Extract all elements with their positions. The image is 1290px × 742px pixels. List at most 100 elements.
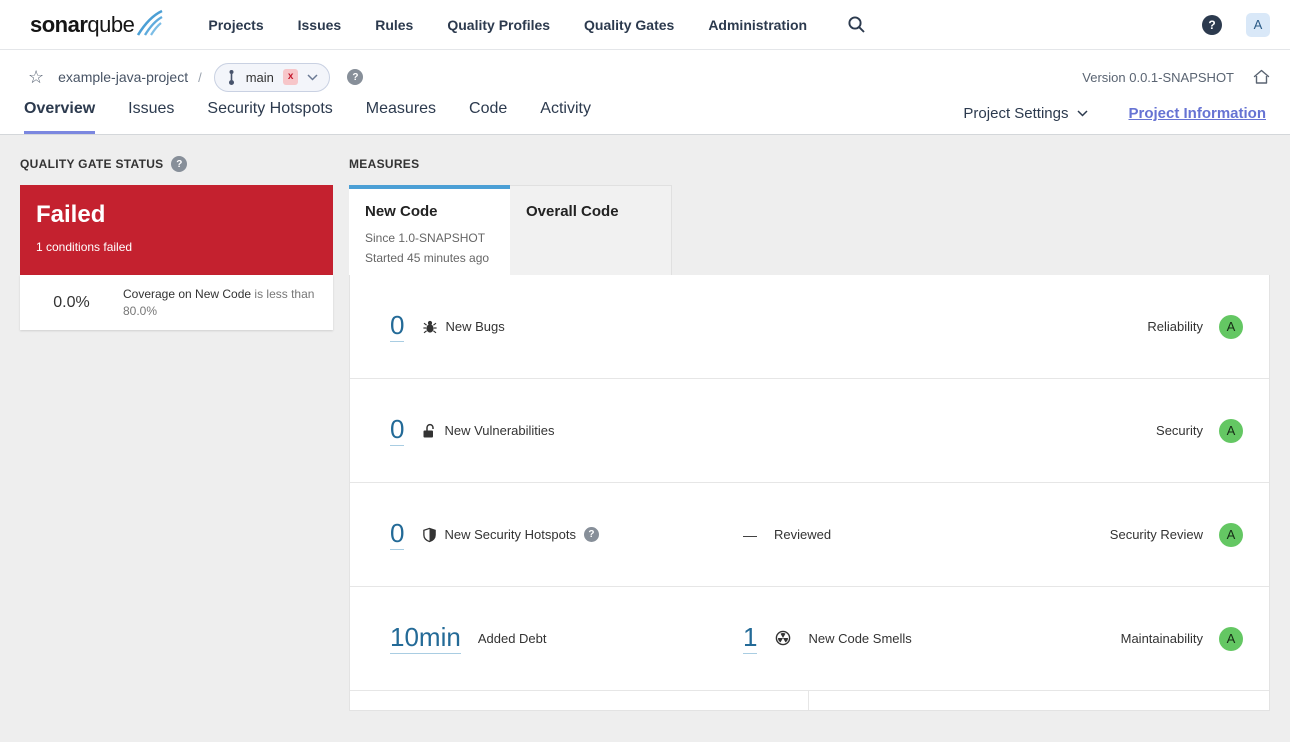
top-nav: sonarqube Projects Issues Rules Quality …: [0, 0, 1290, 50]
new-code-smells-label: New Code Smells: [808, 630, 912, 646]
nav-item-quality-profiles[interactable]: Quality Profiles: [447, 17, 550, 33]
home-icon[interactable]: [1253, 69, 1270, 85]
help-icon[interactable]: ?: [1202, 14, 1222, 35]
overall-code-tab-label: Overall Code: [526, 203, 619, 220]
new-vulnerabilities-label: New Vulnerabilities: [444, 423, 555, 438]
branch-selector[interactable]: main x: [213, 62, 331, 92]
breadcrumb: ☆ example-java-project / main x ? Versio…: [20, 50, 1270, 92]
security-review-rating-group: Security Review A: [1109, 522, 1243, 547]
new-code-smells-group: 1 New Code Smells: [743, 623, 912, 654]
project-settings-menu[interactable]: Project Settings: [963, 105, 1089, 122]
duplications-section-stub: [809, 691, 1269, 710]
main-nav: Projects Issues Rules Quality Profiles Q…: [208, 17, 807, 33]
measure-row-maintainability: 10min Added Debt 1 New Code Smells Maint…: [350, 587, 1269, 691]
project-information-link[interactable]: Project Information: [1128, 105, 1266, 122]
new-code-tab-subtitle: Since 1.0-SNAPSHOT Started 45 minutes ag…: [365, 229, 494, 269]
quality-gate-title: QUALITY GATE STATUS: [20, 157, 164, 171]
project-settings-label: Project Settings: [963, 105, 1069, 122]
quality-gate-status: Failed: [36, 201, 106, 228]
avatar[interactable]: A: [1246, 12, 1270, 37]
header-meta: Version 0.0.1-SNAPSHOT: [1082, 69, 1270, 85]
nav-right: ? A: [1202, 12, 1270, 37]
tab-security-hotspots[interactable]: Security Hotspots: [207, 100, 332, 134]
tabs-right: Project Settings Project Information: [963, 105, 1266, 134]
nav-item-rules[interactable]: Rules: [375, 17, 413, 33]
new-vulnerabilities-count-link[interactable]: 0: [390, 415, 405, 446]
nav-item-issues[interactable]: Issues: [298, 17, 342, 33]
branch-icon: [226, 69, 237, 86]
branch-help-icon[interactable]: ?: [347, 69, 364, 85]
new-code-since: Since 1.0-SNAPSHOT: [365, 231, 486, 245]
search-icon[interactable]: [847, 15, 866, 34]
reviewed-value: —: [743, 526, 757, 543]
security-review-label: Security Review: [1109, 527, 1203, 542]
lock-open-icon: [422, 423, 437, 439]
tab-overview[interactable]: Overview: [24, 100, 96, 134]
project-tabs: Overview Issues Security Hotspots Measur…: [20, 100, 1270, 134]
tab-measures[interactable]: Measures: [366, 100, 436, 134]
new-code-started: Started 45 minutes ago: [365, 250, 490, 265]
breadcrumb-project-link[interactable]: example-java-project: [58, 69, 188, 85]
new-security-hotspots-count-link[interactable]: 0: [390, 519, 405, 550]
maintainability-rating-badge[interactable]: A: [1219, 626, 1243, 651]
quality-gate-help-icon[interactable]: ?: [171, 156, 188, 172]
quality-gate-title-row: QUALITY GATE STATUS ?: [20, 156, 333, 172]
overview-content: QUALITY GATE STATUS ? Failed 1 condition…: [0, 135, 1290, 711]
measures-title: MEASURES: [349, 157, 420, 171]
hotspots-reviewed-group: — Reviewed: [743, 527, 831, 543]
shield-icon: [422, 527, 437, 543]
tab-overall-code[interactable]: Overall Code: [510, 185, 672, 275]
reliability-rating-badge[interactable]: A: [1219, 314, 1243, 339]
security-rating-group: Security A: [1156, 418, 1243, 443]
sonarqube-logo[interactable]: sonarqube: [30, 9, 164, 38]
measures-rows: 0 New Bugs Reliability A 0 New Vulnerabi…: [349, 275, 1270, 711]
logo-qube: qube: [87, 11, 135, 37]
security-review-rating-badge[interactable]: A: [1219, 522, 1243, 547]
quality-gate-status-card: Failed 1 conditions failed: [20, 185, 333, 275]
logo-swoosh-icon: [136, 9, 164, 36]
security-label: Security: [1156, 423, 1203, 438]
logo-text: sonarqube: [30, 11, 135, 38]
code-smell-icon: [775, 630, 791, 646]
added-debt-label: Added Debt: [477, 631, 547, 646]
new-bugs-count-link[interactable]: 0: [390, 311, 405, 342]
measures-panel: MEASURES New Code Since 1.0-SNAPSHOT Sta…: [349, 156, 1270, 711]
chevron-down-icon: [307, 73, 318, 81]
bug-icon: [422, 319, 438, 335]
reviewed-label: Reviewed: [774, 527, 832, 542]
measure-row-security: 0 New Vulnerabilities Security A: [350, 379, 1269, 483]
chevron-down-icon: [1077, 110, 1089, 117]
hotspots-help-icon[interactable]: ?: [583, 527, 599, 542]
reliability-label: Reliability: [1147, 319, 1203, 334]
tab-code[interactable]: Code: [469, 100, 507, 134]
breadcrumb-separator: /: [198, 69, 202, 85]
new-security-hotspots-label: New Security Hotspots: [444, 527, 576, 542]
quality-gate-conditions-summary: 1 conditions failed: [36, 240, 133, 254]
nav-item-projects[interactable]: Projects: [208, 17, 263, 33]
logo-sonar: sonar: [30, 11, 88, 37]
new-code-smells-count-link[interactable]: 1: [743, 623, 758, 654]
nav-item-administration[interactable]: Administration: [708, 17, 807, 33]
nav-item-quality-gates[interactable]: Quality Gates: [584, 17, 674, 33]
maintainability-rating-group: Maintainability A: [1121, 626, 1243, 651]
project-header: ☆ example-java-project / main x ? Versio…: [0, 50, 1290, 135]
condition-value: 0.0%: [53, 293, 90, 311]
tab-new-code[interactable]: New Code Since 1.0-SNAPSHOT Started 45 m…: [349, 185, 510, 275]
new-code-tab-label: New Code: [365, 203, 438, 220]
security-rating-badge[interactable]: A: [1219, 418, 1243, 443]
branch-name: main: [245, 69, 274, 85]
new-bugs-label: New Bugs: [445, 319, 505, 334]
measure-row-security-review: 0 New Security Hotspots ? — Reviewed Sec…: [350, 483, 1269, 587]
condition-metric: Coverage on New Code: [123, 287, 252, 302]
measure-row-reliability: 0 New Bugs Reliability A: [350, 275, 1269, 379]
measures-title-row: MEASURES: [349, 156, 1270, 172]
failed-condition-card[interactable]: 0.0% Coverage on New Code is less than 8…: [20, 275, 333, 330]
branch-failed-badge[interactable]: x: [282, 69, 299, 85]
reliability-rating-group: Reliability A: [1147, 314, 1243, 339]
coverage-section-stub: [350, 691, 809, 710]
added-debt-link[interactable]: 10min: [390, 623, 461, 654]
tab-issues[interactable]: Issues: [128, 100, 174, 134]
project-version: Version 0.0.1-SNAPSHOT: [1082, 69, 1234, 85]
tab-activity[interactable]: Activity: [540, 100, 591, 134]
favorite-star-icon[interactable]: ☆: [28, 68, 44, 86]
